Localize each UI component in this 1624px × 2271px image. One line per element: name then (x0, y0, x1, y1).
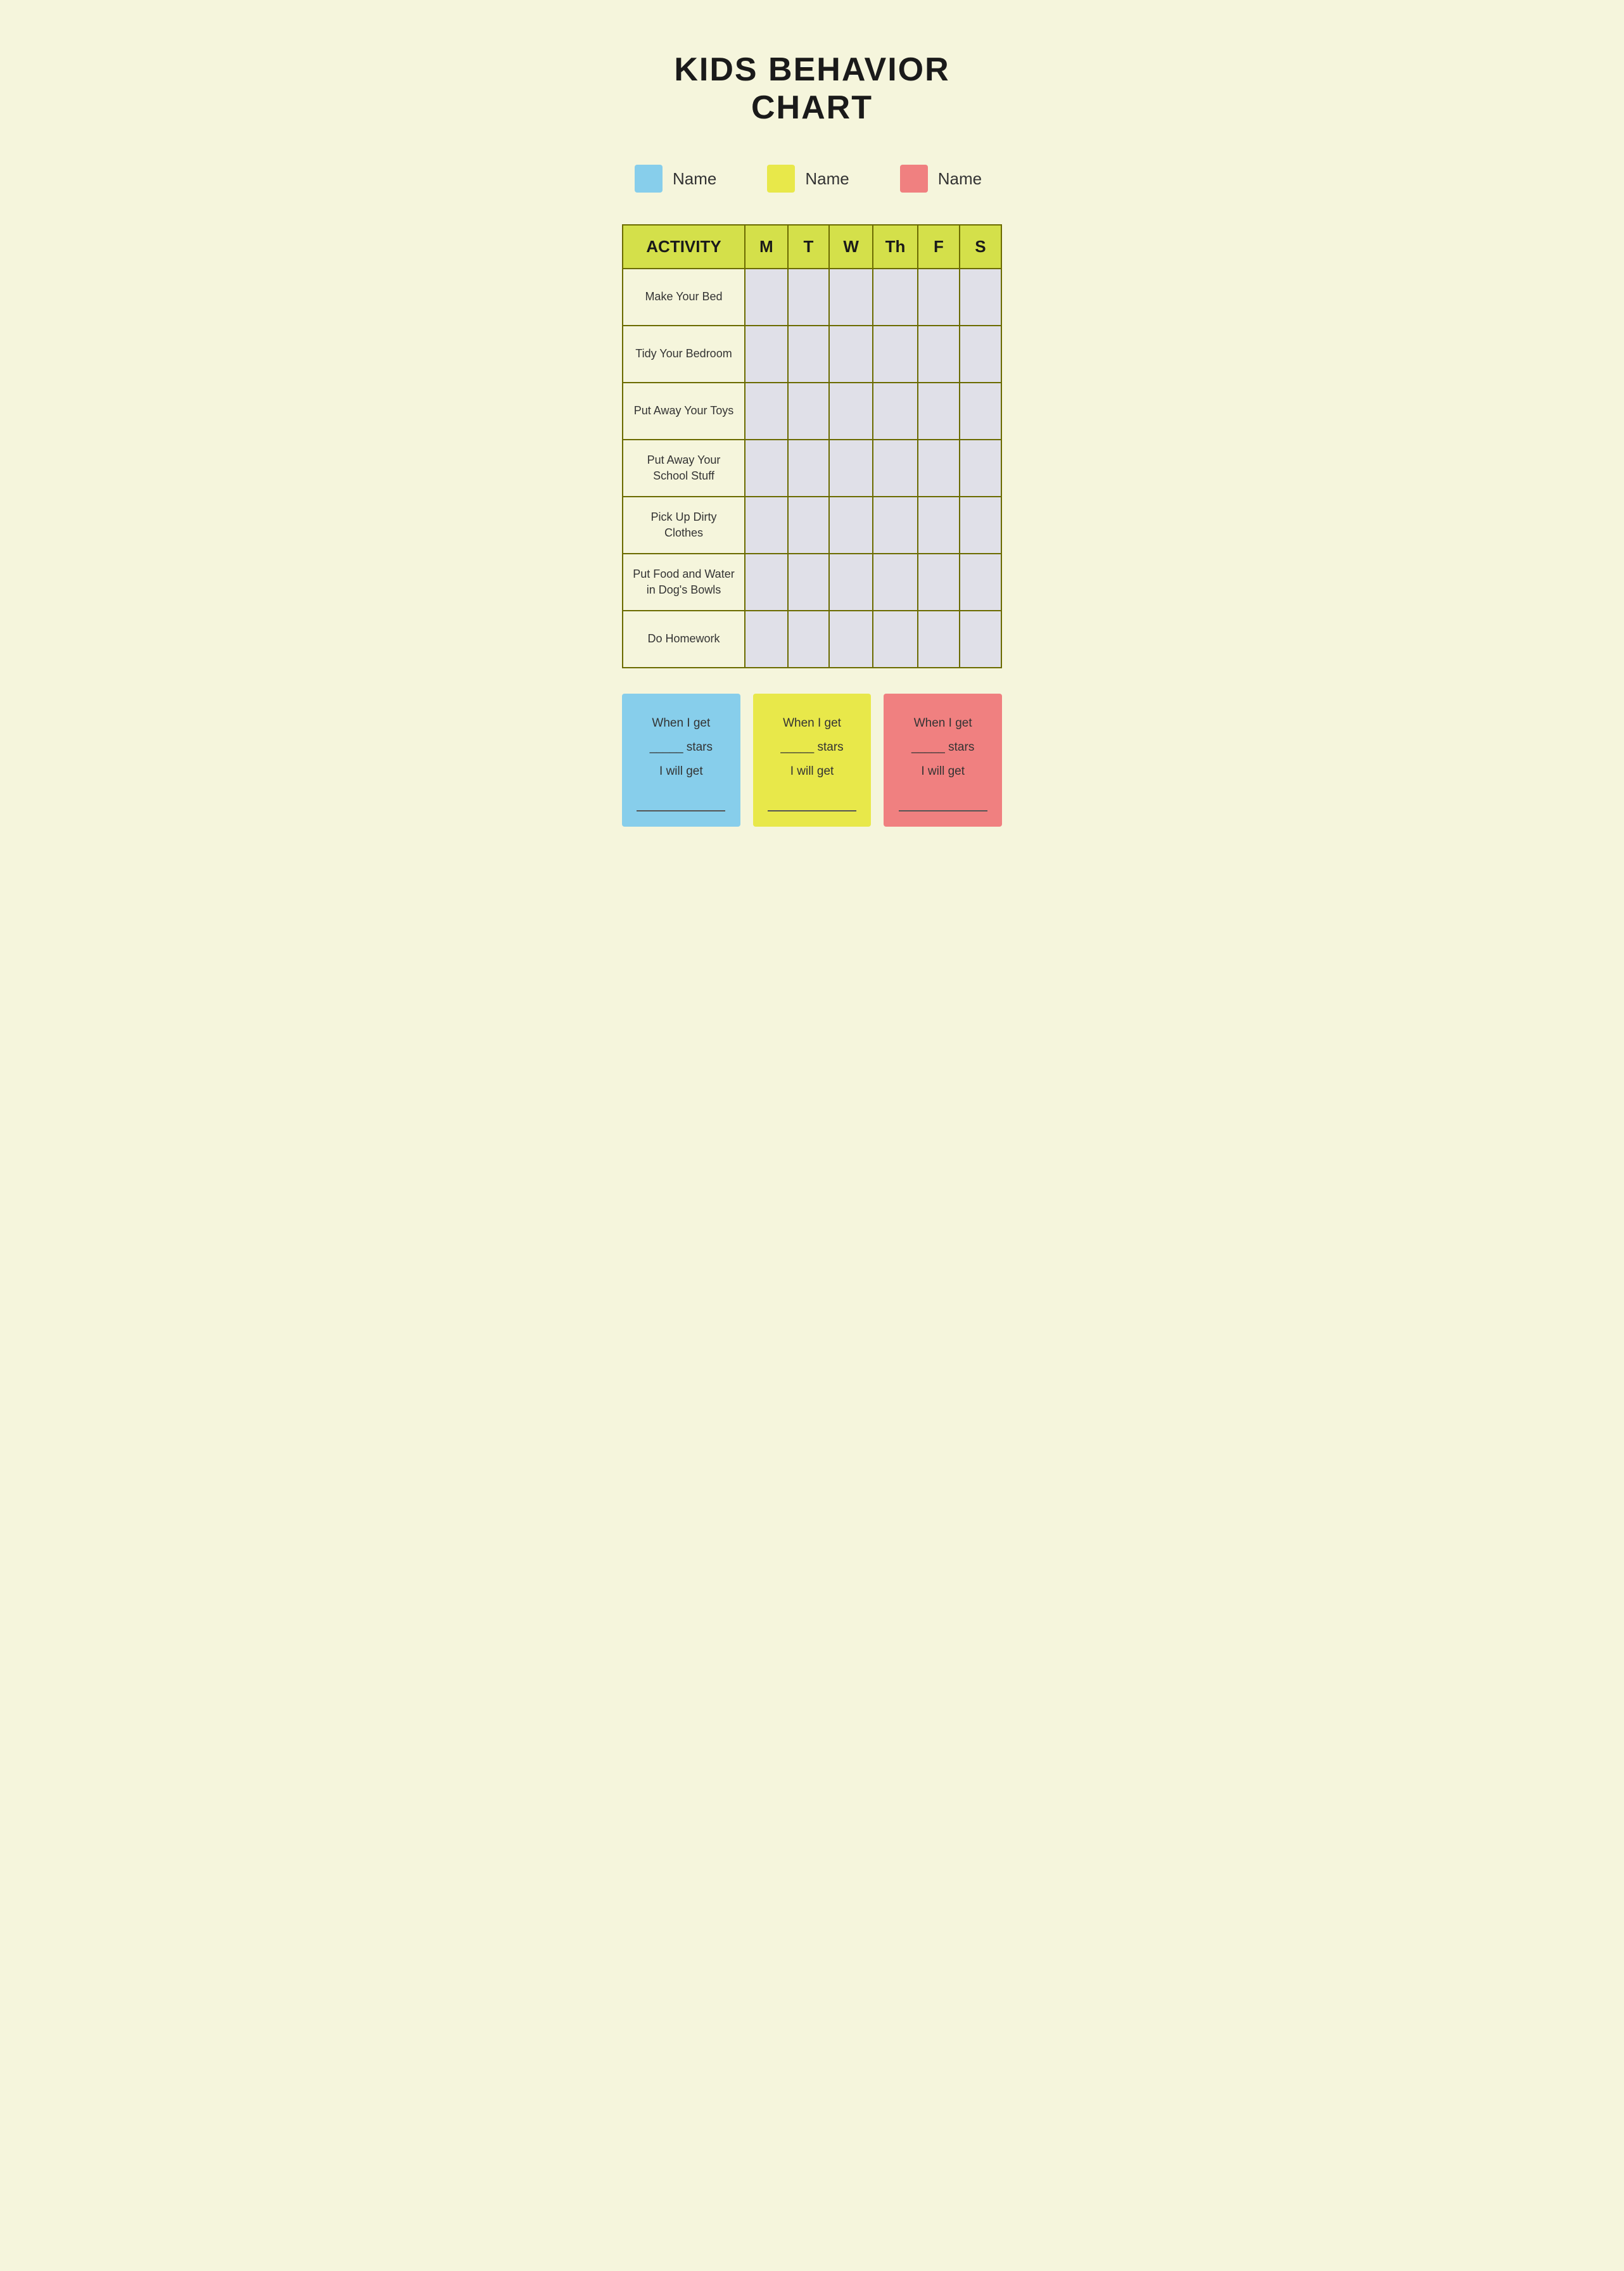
reward-pink-line1: When I get (914, 716, 972, 730)
legend-item-pink: Name (900, 165, 982, 193)
data-cell-row0-day4[interactable] (918, 269, 960, 326)
data-cell-row4-day4[interactable] (918, 497, 960, 554)
data-cell-row5-day3[interactable] (873, 554, 918, 611)
legend-item-blue: Name (635, 165, 716, 193)
header-day-w: W (829, 225, 873, 269)
reward-pink-line2: _____ stars (911, 741, 974, 754)
behavior-chart-table: ACTIVITY M T W Th F S Make Your BedTidy … (622, 224, 1002, 668)
reward-blue-underline (637, 786, 725, 811)
data-cell-row0-day3[interactable] (873, 269, 918, 326)
data-cell-row4-day3[interactable] (873, 497, 918, 554)
data-cell-row1-day0[interactable] (745, 326, 788, 383)
reward-blue-line3: I will get (659, 765, 703, 778)
header-day-th: Th (873, 225, 918, 269)
data-cell-row2-day1[interactable] (788, 383, 830, 440)
header-activity: ACTIVITY (623, 225, 745, 269)
reward-blue-line2: _____ stars (650, 741, 713, 754)
data-cell-row6-day0[interactable] (745, 611, 788, 668)
data-cell-row1-day2[interactable] (829, 326, 873, 383)
reward-yellow-line2: _____ stars (780, 741, 843, 754)
legend-item-yellow: Name (767, 165, 849, 193)
data-cell-row5-day5[interactable] (960, 554, 1001, 611)
rewards-section: When I get _____ stars I will get When I… (622, 694, 1002, 827)
table-row: Do Homework (623, 611, 1001, 668)
data-cell-row1-day3[interactable] (873, 326, 918, 383)
legend-label-blue: Name (673, 169, 716, 189)
data-cell-row2-day2[interactable] (829, 383, 873, 440)
data-cell-row3-day1[interactable] (788, 440, 830, 497)
legend-color-pink (900, 165, 928, 193)
data-cell-row3-day4[interactable] (918, 440, 960, 497)
legend-label-pink: Name (938, 169, 982, 189)
page-title: KIDS BEHAVIOR CHART (622, 51, 1002, 127)
table-row: Put Food and Water in Dog's Bowls (623, 554, 1001, 611)
data-cell-row3-day3[interactable] (873, 440, 918, 497)
data-cell-row4-day1[interactable] (788, 497, 830, 554)
data-cell-row2-day0[interactable] (745, 383, 788, 440)
data-cell-row3-day5[interactable] (960, 440, 1001, 497)
data-cell-row0-day5[interactable] (960, 269, 1001, 326)
header-day-t: T (788, 225, 830, 269)
data-cell-row1-day1[interactable] (788, 326, 830, 383)
activity-cell-3: Put Away Your School Stuff (623, 440, 745, 497)
reward-blue-line1: When I get (652, 716, 710, 730)
reward-card-pink: When I get _____ stars I will get (884, 694, 1002, 827)
activity-cell-0: Make Your Bed (623, 269, 745, 326)
activity-cell-5: Put Food and Water in Dog's Bowls (623, 554, 745, 611)
data-cell-row0-day2[interactable] (829, 269, 873, 326)
data-cell-row4-day5[interactable] (960, 497, 1001, 554)
legend: Name Name Name (622, 165, 1002, 193)
table-row: Make Your Bed (623, 269, 1001, 326)
activity-cell-2: Put Away Your Toys (623, 383, 745, 440)
data-cell-row5-day2[interactable] (829, 554, 873, 611)
header-day-f: F (918, 225, 960, 269)
data-cell-row0-day1[interactable] (788, 269, 830, 326)
data-cell-row2-day5[interactable] (960, 383, 1001, 440)
activity-cell-4: Pick Up Dirty Clothes (623, 497, 745, 554)
table-row: Tidy Your Bedroom (623, 326, 1001, 383)
data-cell-row1-day5[interactable] (960, 326, 1001, 383)
data-cell-row5-day1[interactable] (788, 554, 830, 611)
data-cell-row6-day1[interactable] (788, 611, 830, 668)
data-cell-row4-day2[interactable] (829, 497, 873, 554)
data-cell-row3-day0[interactable] (745, 440, 788, 497)
reward-pink-line3: I will get (921, 765, 965, 778)
data-cell-row6-day2[interactable] (829, 611, 873, 668)
data-cell-row6-day3[interactable] (873, 611, 918, 668)
data-cell-row6-day4[interactable] (918, 611, 960, 668)
table-row: Put Away Your Toys (623, 383, 1001, 440)
data-cell-row2-day3[interactable] (873, 383, 918, 440)
page: KIDS BEHAVIOR CHART Name Name Name ACTIV… (584, 13, 1040, 865)
data-cell-row6-day5[interactable] (960, 611, 1001, 668)
data-cell-row2-day4[interactable] (918, 383, 960, 440)
legend-label-yellow: Name (805, 169, 849, 189)
table-row: Put Away Your School Stuff (623, 440, 1001, 497)
header-day-m: M (745, 225, 788, 269)
table-row: Pick Up Dirty Clothes (623, 497, 1001, 554)
reward-card-yellow: When I get _____ stars I will get (753, 694, 872, 827)
table-header-row: ACTIVITY M T W Th F S (623, 225, 1001, 269)
data-cell-row4-day0[interactable] (745, 497, 788, 554)
reward-card-blue: When I get _____ stars I will get (622, 694, 740, 827)
reward-yellow-underline (768, 786, 856, 811)
reward-pink-underline (899, 786, 987, 811)
header-day-s: S (960, 225, 1001, 269)
legend-color-yellow (767, 165, 795, 193)
data-cell-row5-day0[interactable] (745, 554, 788, 611)
reward-yellow-line3: I will get (790, 765, 834, 778)
reward-yellow-line1: When I get (783, 716, 841, 730)
legend-color-blue (635, 165, 663, 193)
data-cell-row3-day2[interactable] (829, 440, 873, 497)
data-cell-row5-day4[interactable] (918, 554, 960, 611)
data-cell-row1-day4[interactable] (918, 326, 960, 383)
activity-cell-1: Tidy Your Bedroom (623, 326, 745, 383)
data-cell-row0-day0[interactable] (745, 269, 788, 326)
activity-cell-6: Do Homework (623, 611, 745, 668)
